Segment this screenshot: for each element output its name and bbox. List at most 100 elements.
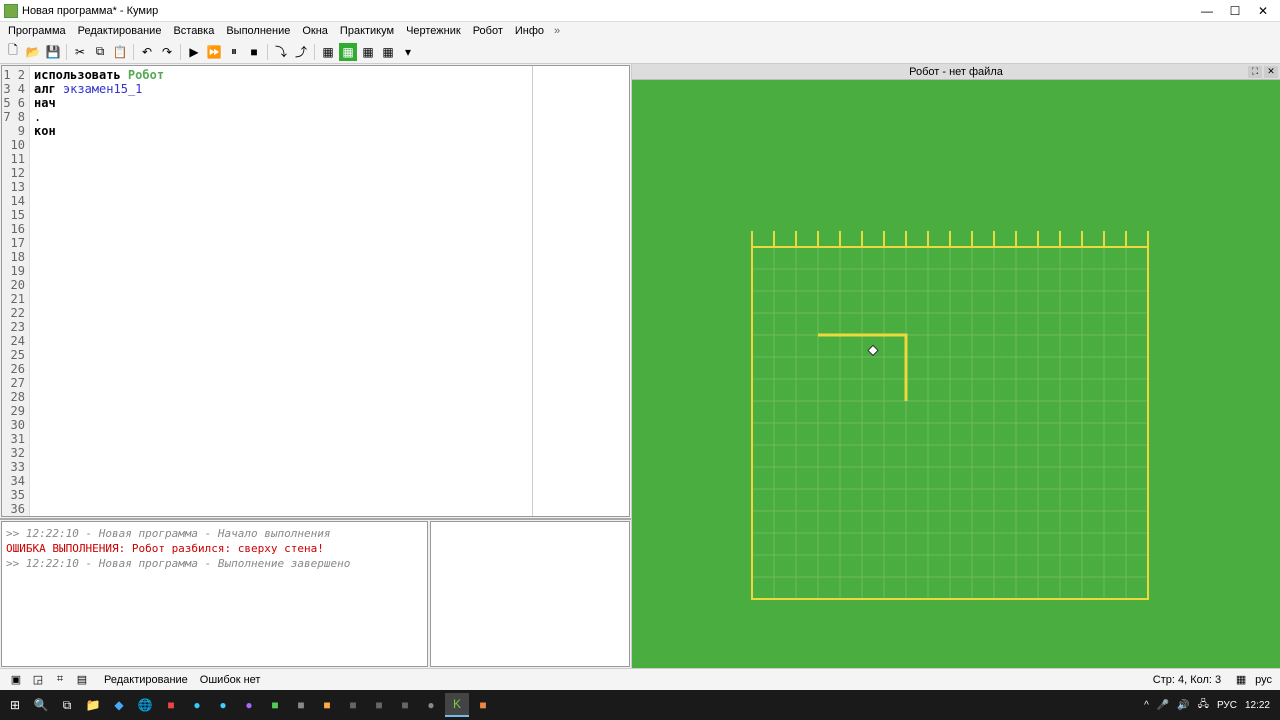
tray-chevron-icon[interactable]: ^ bbox=[1144, 700, 1149, 711]
toolbar-dropdown-icon[interactable]: ▾ bbox=[399, 43, 417, 61]
menu-run[interactable]: Выполнение bbox=[220, 23, 296, 39]
cut-button[interactable]: ✂ bbox=[71, 43, 89, 61]
run-fast-button[interactable]: ⏩ bbox=[205, 43, 223, 61]
robot-grid bbox=[750, 215, 1150, 615]
status-icon[interactable]: ◲ bbox=[30, 672, 46, 688]
separator bbox=[180, 44, 181, 60]
taskbar-app-icon[interactable]: ◆ bbox=[107, 693, 131, 717]
save-file-button[interactable]: 💾 bbox=[44, 43, 62, 61]
search-button[interactable]: 🔍 bbox=[29, 693, 53, 717]
keyword: кон bbox=[34, 124, 56, 138]
robot-pane: Робот - нет файла ⛶ ✕ bbox=[632, 64, 1280, 668]
log-line: >> 12:22:10 - Новая программа - Выполнен… bbox=[6, 556, 423, 571]
robot-maximize-button[interactable]: ⛶ bbox=[1248, 66, 1262, 78]
undo-button[interactable]: ↶ bbox=[138, 43, 156, 61]
menu-practice[interactable]: Практикум bbox=[334, 23, 400, 39]
status-lang: рус bbox=[1255, 674, 1272, 686]
taskbar-app-icon[interactable]: ● bbox=[419, 693, 443, 717]
status-icon[interactable]: ▣ bbox=[8, 672, 24, 688]
robot-close-button[interactable]: ✕ bbox=[1264, 66, 1278, 78]
menu-info[interactable]: Инфо bbox=[509, 23, 550, 39]
layout2-button[interactable]: ▦ bbox=[339, 43, 357, 61]
keyword: нач bbox=[34, 96, 56, 110]
new-file-button[interactable]: 🗋 bbox=[4, 43, 22, 61]
run-button[interactable]: ▶ bbox=[185, 43, 203, 61]
menu-program[interactable]: Программа bbox=[2, 23, 72, 39]
taskbar-app-icon[interactable]: ■ bbox=[315, 693, 339, 717]
taskview-button[interactable]: ⧉ bbox=[55, 693, 79, 717]
explorer-icon[interactable]: 📁 bbox=[81, 693, 105, 717]
kumir-taskbar-icon[interactable]: K bbox=[445, 693, 469, 717]
menu-drawer[interactable]: Чертежник bbox=[400, 23, 467, 39]
cursor-position: Стр: 4, Кол: 3 bbox=[1153, 674, 1221, 686]
log-line: >> 12:22:10 - Новая программа - Начало в… bbox=[6, 526, 423, 541]
tray-time-label[interactable]: 12:22 bbox=[1245, 700, 1270, 711]
layout4-button[interactable]: ▦ bbox=[379, 43, 397, 61]
open-file-button[interactable]: 📂 bbox=[24, 43, 42, 61]
layout3-button[interactable]: ▦ bbox=[359, 43, 377, 61]
minimize-button[interactable]: — bbox=[1194, 2, 1220, 20]
taskbar-app-icon[interactable]: ■ bbox=[471, 693, 495, 717]
robot-title-label: Робот - нет файла bbox=[909, 66, 1003, 78]
statusbar: ▣ ◲ ⌗ ▤ Редактирование Ошибок нет Стр: 4… bbox=[0, 668, 1280, 690]
separator bbox=[133, 44, 134, 60]
print-margin bbox=[532, 66, 533, 516]
menu-robot[interactable]: Робот bbox=[467, 23, 509, 39]
windows-taskbar: ⊞ 🔍 ⧉ 📁 ◆ 🌐 ■ ● ● ● ■ ■ ■ ■ ■ ■ ● K ■ ^ … bbox=[0, 690, 1280, 720]
error-line: ОШИБКА ВЫПОЛНЕНИЯ: Робот разбился: сверх… bbox=[6, 541, 423, 556]
chrome-icon[interactable]: 🌐 bbox=[133, 693, 157, 717]
robot-panel-title: Робот - нет файла ⛶ ✕ bbox=[632, 64, 1280, 80]
copy-button[interactable]: ⧉ bbox=[91, 43, 109, 61]
taskbar-app-icon[interactable]: ■ bbox=[159, 693, 183, 717]
paste-button[interactable]: 📋 bbox=[111, 43, 129, 61]
taskbar-app-icon[interactable]: ● bbox=[211, 693, 235, 717]
skype-icon[interactable]: ● bbox=[185, 693, 209, 717]
line-gutter: 1 2 3 4 5 6 7 8 9 10 11 12 13 14 15 16 1… bbox=[2, 66, 30, 516]
output-console[interactable]: >> 12:22:10 - Новая программа - Начало в… bbox=[1, 521, 428, 667]
module-name: Робот bbox=[128, 68, 164, 82]
menu-more-icon[interactable]: » bbox=[550, 23, 564, 39]
titlebar: Новая программа* - Кумир — ☐ ✕ bbox=[0, 0, 1280, 22]
menubar: Программа Редактирование Вставка Выполне… bbox=[0, 22, 1280, 40]
toolbar: 🗋 📂 💾 ✂ ⧉ 📋 ↶ ↷ ▶ ⏩ ⏸ ■ ⤵ ⤴ ▦ ▦ ▦ ▦ ▾ bbox=[0, 40, 1280, 64]
tray-lang-label[interactable]: РУС bbox=[1217, 700, 1237, 711]
keyword: использовать bbox=[34, 68, 128, 82]
taskbar-app-icon[interactable]: ■ bbox=[367, 693, 391, 717]
left-pane: 1 2 3 4 5 6 7 8 9 10 11 12 13 14 15 16 1… bbox=[0, 64, 632, 668]
separator bbox=[314, 44, 315, 60]
separator bbox=[267, 44, 268, 60]
layout1-button[interactable]: ▦ bbox=[319, 43, 337, 61]
status-icon[interactable]: ⌗ bbox=[52, 672, 68, 688]
maximize-button[interactable]: ☐ bbox=[1222, 2, 1248, 20]
redo-button[interactable]: ↷ bbox=[158, 43, 176, 61]
io-panel[interactable] bbox=[430, 521, 630, 667]
menu-edit[interactable]: Редактирование bbox=[72, 23, 168, 39]
menu-insert[interactable]: Вставка bbox=[167, 23, 220, 39]
taskbar-app-icon[interactable]: ■ bbox=[289, 693, 313, 717]
close-button[interactable]: ✕ bbox=[1250, 2, 1276, 20]
taskbar-app-icon[interactable]: ■ bbox=[393, 693, 417, 717]
step-button[interactable]: ⤵ bbox=[272, 43, 290, 61]
main-area: 1 2 3 4 5 6 7 8 9 10 11 12 13 14 15 16 1… bbox=[0, 64, 1280, 668]
code-editor[interactable]: 1 2 3 4 5 6 7 8 9 10 11 12 13 14 15 16 1… bbox=[1, 65, 630, 517]
tray-network-icon[interactable]: 🖧 bbox=[1198, 697, 1209, 714]
code-area[interactable]: использовать Робот алг экзамен15_1 нач .… bbox=[30, 66, 629, 516]
stop-button[interactable]: ■ bbox=[245, 43, 263, 61]
stepover-button[interactable]: ⤴ bbox=[292, 43, 310, 61]
app-icon bbox=[4, 4, 18, 18]
status-icon[interactable]: ▦ bbox=[1233, 672, 1249, 688]
status-errors: Ошибок нет bbox=[200, 674, 261, 686]
code-text: . bbox=[34, 110, 41, 124]
tray-mic-icon[interactable]: 🎤 bbox=[1157, 700, 1169, 711]
start-button[interactable]: ⊞ bbox=[3, 693, 27, 717]
menu-windows[interactable]: Окна bbox=[296, 23, 334, 39]
tray-volume-icon[interactable]: 🔊 bbox=[1177, 700, 1189, 711]
taskbar-app-icon[interactable]: ■ bbox=[263, 693, 287, 717]
keyword: алг bbox=[34, 82, 63, 96]
taskbar-app-icon[interactable]: ■ bbox=[341, 693, 365, 717]
console-area: >> 12:22:10 - Новая программа - Начало в… bbox=[0, 518, 631, 668]
robot-canvas[interactable] bbox=[632, 80, 1280, 668]
pause-button[interactable]: ⏸ bbox=[225, 43, 243, 61]
status-icon[interactable]: ▤ bbox=[74, 672, 90, 688]
viber-icon[interactable]: ● bbox=[237, 693, 261, 717]
